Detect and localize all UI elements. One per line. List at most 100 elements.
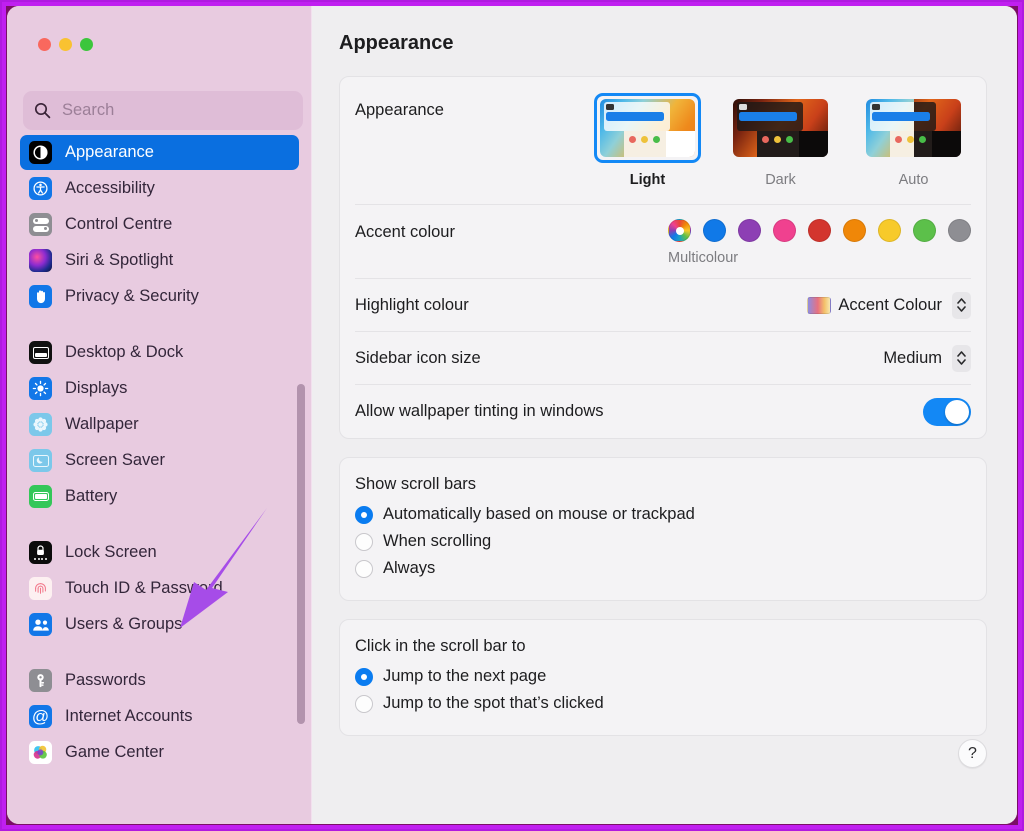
theme-thumbnail-wrap (727, 93, 834, 163)
wallpaper-tinting-toggle[interactable] (923, 397, 971, 426)
search-field[interactable] (23, 91, 303, 130)
accent-swatch-yellow[interactable] (878, 219, 901, 242)
sidebar-item-label: Game Center (65, 743, 165, 761)
page-title: Appearance (339, 32, 454, 54)
radio-label: Always (383, 559, 436, 577)
radio-label: When scrolling (383, 532, 492, 550)
passwords-icon (29, 669, 52, 692)
sidebar-item-users-groups[interactable]: Users & Groups (20, 607, 299, 642)
sidebar-icon-size-label: Sidebar icon size (355, 348, 481, 367)
sidebar-icon-size-popup[interactable]: Medium (883, 344, 971, 372)
theme-option-label: Dark (765, 172, 796, 188)
scroll-bar-click-card: Click in the scroll bar to Jump to the n… (339, 619, 987, 736)
toggle-knob (945, 399, 969, 424)
sidebar-group-separator (7, 315, 312, 335)
sidebar-item-label: Screen Saver (65, 451, 165, 469)
sidebar-item-appearance[interactable]: Appearance (20, 135, 299, 170)
control-centre-icon (29, 213, 52, 236)
sidebar-item-game-center[interactable]: Game Center (20, 735, 299, 770)
scroll-bar-click-option-1[interactable]: Jump to the spot that’s clicked (355, 690, 971, 717)
chevron-down-icon (957, 306, 966, 312)
minimize-button[interactable] (59, 38, 72, 51)
sidebar-item-accessibility[interactable]: Accessibility (20, 171, 299, 206)
highlight-colour-popup[interactable]: Accent Colour (807, 291, 971, 319)
help-button[interactable]: ? (958, 739, 987, 768)
system-settings-window: Appearance Accessibility Control Centre S… (7, 6, 1017, 824)
accent-swatch-purple[interactable] (738, 219, 761, 242)
radio-button[interactable] (355, 532, 373, 551)
sidebar-nav: Appearance Accessibility Control Centre S… (7, 135, 312, 824)
highlight-colour-swatch (807, 296, 832, 314)
accent-swatch-blue[interactable] (703, 219, 726, 242)
accent-swatch-pink[interactable] (773, 219, 796, 242)
chevron-up-icon (957, 298, 966, 304)
theme-option-auto[interactable]: Auto (856, 93, 971, 188)
wallpaper-icon (29, 413, 52, 436)
sidebar-item-lock-screen[interactable]: Lock Screen (20, 535, 299, 570)
theme-thumbnail-wrap (860, 93, 967, 163)
wallpaper-tinting-label: Allow wallpaper tinting in windows (355, 402, 604, 420)
appearance-row: Appearance Light Dark Auto (355, 77, 971, 205)
sidebar-item-touch-id-password[interactable]: Touch ID & Password (20, 571, 299, 606)
accent-swatch-orange[interactable] (843, 219, 866, 242)
close-button[interactable] (38, 38, 51, 51)
theme-thumbnail-wrap (594, 93, 701, 163)
sidebar-group: Appearance Accessibility Control Centre S… (7, 135, 312, 314)
window-controls (38, 38, 93, 51)
sidebar-icon-size-stepper[interactable] (952, 344, 971, 372)
accent-swatch-group (668, 219, 971, 242)
show-scroll-bars-option-2[interactable]: Always (355, 555, 971, 582)
users-groups-icon (29, 613, 52, 636)
sidebar-item-screen-saver[interactable]: Screen Saver (20, 443, 299, 478)
show-scroll-bars-option-1[interactable]: When scrolling (355, 528, 971, 555)
theme-option-label: Auto (898, 172, 929, 188)
sidebar-item-battery[interactable]: Battery (20, 479, 299, 514)
accent-swatch-graphite[interactable] (948, 219, 971, 242)
sidebar-group: Desktop & Dock Displays Wallpaper Screen… (7, 335, 312, 514)
sidebar-group: Passwords @ Internet Accounts Game Center (7, 663, 312, 770)
scroll-bar-click-title: Click in the scroll bar to (355, 637, 526, 655)
sidebar-item-privacy-security[interactable]: Privacy & Security (20, 279, 299, 314)
theme-option-light[interactable]: Light (590, 93, 705, 188)
sidebar-item-label: Siri & Spotlight (65, 251, 174, 269)
accent-swatch-multicolour[interactable] (668, 219, 691, 242)
siri-spotlight-icon (29, 249, 52, 272)
theme-option-dark[interactable]: Dark (723, 93, 838, 188)
sidebar-item-wallpaper[interactable]: Wallpaper (20, 407, 299, 442)
scroll-bar-click-option-0[interactable]: Jump to the next page (355, 663, 971, 690)
sidebar-item-internet-accounts[interactable]: @ Internet Accounts (20, 699, 299, 734)
theme-thumbnail-light (600, 99, 695, 157)
radio-button[interactable] (355, 694, 373, 713)
sidebar-item-label: Displays (65, 379, 128, 397)
accent-colour-area: Multicolour (668, 219, 971, 266)
theme-option-group: Light Dark Auto (590, 93, 971, 188)
accent-colour-caption: Multicolour (668, 250, 739, 266)
highlight-colour-stepper[interactable] (952, 291, 971, 319)
sidebar-item-desktop-dock[interactable]: Desktop & Dock (20, 335, 299, 370)
radio-button[interactable] (355, 559, 373, 578)
sidebar-item-siri-spotlight[interactable]: Siri & Spotlight (20, 243, 299, 278)
sidebar-item-label: Wallpaper (65, 415, 139, 433)
highlight-colour-row: Highlight colour Accent Colour (355, 279, 971, 332)
radio-label: Jump to the spot that’s clicked (383, 694, 604, 712)
sidebar-group: Lock Screen Touch ID & Password Users & … (7, 535, 312, 642)
accent-swatch-red[interactable] (808, 219, 831, 242)
show-scroll-bars-option-0[interactable]: Automatically based on mouse or trackpad (355, 501, 971, 528)
search-input[interactable] (62, 101, 287, 120)
lock-screen-icon (29, 541, 52, 564)
zoom-button[interactable] (80, 38, 93, 51)
accent-swatch-green[interactable] (913, 219, 936, 242)
appearance-settings-card: Appearance Light Dark Auto Accent colour… (339, 76, 987, 439)
sidebar-scrollbar[interactable] (297, 384, 305, 724)
appearance-icon (29, 141, 52, 164)
sidebar-item-displays[interactable]: Displays (20, 371, 299, 406)
radio-button[interactable] (355, 505, 373, 524)
radio-button[interactable] (355, 667, 373, 686)
sidebar-item-passwords[interactable]: Passwords (20, 663, 299, 698)
scroll-bar-click-radio-group: Jump to the next page Jump to the spot t… (355, 663, 971, 717)
radio-label: Jump to the next page (383, 667, 547, 685)
show-scroll-bars-title: Show scroll bars (355, 475, 477, 493)
sidebar-item-control-centre[interactable]: Control Centre (20, 207, 299, 242)
chevron-down-icon (957, 359, 966, 365)
sidebar-group-separator (7, 515, 312, 535)
